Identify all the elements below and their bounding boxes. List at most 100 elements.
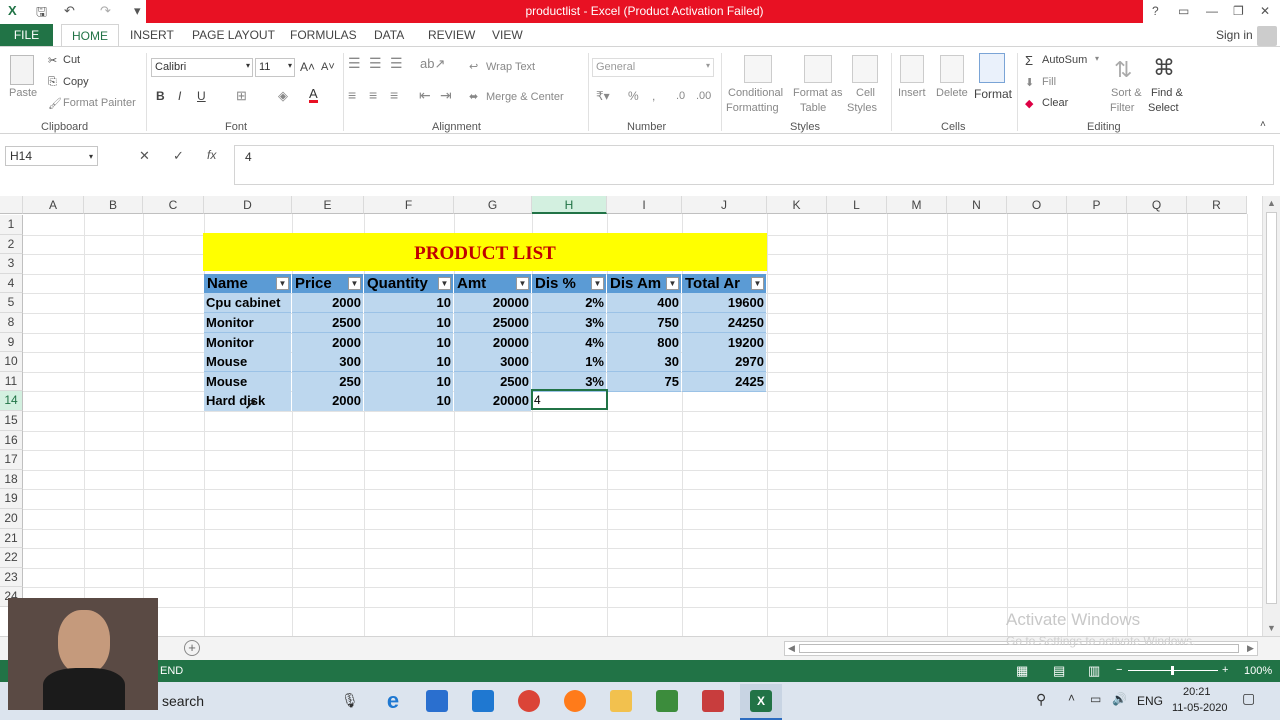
column-header-k[interactable]: K [767,196,827,214]
table-cell[interactable]: 1% [532,352,606,373]
clock-date[interactable]: 11-05-2020 [1172,702,1227,714]
close-icon[interactable]: ✕ [1260,4,1270,18]
table-cell[interactable]: 400 [607,293,681,314]
column-header-j[interactable]: J [682,196,767,214]
table-cell[interactable]: 2425 [682,371,766,392]
table-cell[interactable]: 10 [364,332,453,353]
table-cell[interactable]: 800 [607,332,681,353]
formula-input[interactable]: 4 [234,145,1274,185]
bottom-align-icon[interactable]: ☰ [390,55,403,72]
conditional-formatting-icon[interactable] [744,55,772,83]
format-as-table-icon[interactable] [804,55,832,83]
clear-button[interactable]: Clear [1042,97,1068,109]
insert-function-icon[interactable]: fx [207,148,216,162]
sign-in-link[interactable]: Sign in [1216,28,1253,42]
copy-icon[interactable]: ⎘ [48,76,57,89]
column-header-o[interactable]: O [1007,196,1067,214]
bold-button[interactable]: B [156,89,165,103]
zoom-slider-thumb[interactable] [1171,666,1174,675]
tab-formulas[interactable]: FORMULAS [290,28,357,42]
increase-decimal-icon[interactable]: .0 [676,90,685,102]
tab-page-layout[interactable]: PAGE LAYOUT [192,28,275,42]
font-name-select[interactable]: Calibri ▾ [151,58,253,77]
borders-icon[interactable]: ⊞ [236,88,247,104]
table-header-cell[interactable]: Dis Am ▼ [607,273,681,294]
scroll-up-icon[interactable]: ▲ [1267,198,1276,208]
table-cell[interactable]: 2000 [292,293,363,314]
row-header-8[interactable]: 8 [0,313,23,333]
column-header-e[interactable]: E [292,196,364,214]
normal-view-icon[interactable]: ▦ [1016,663,1028,679]
enter-entry-icon[interactable]: ✓ [173,148,184,164]
filter-dropdown-icon[interactable]: ▼ [591,276,604,290]
table-header-cell[interactable]: Total Ar ▼ [682,273,766,294]
table-cell[interactable]: 20000 [454,293,531,314]
tab-insert[interactable]: INSERT [130,28,174,42]
paste-button[interactable]: Paste [9,87,37,99]
table-cell[interactable]: 2500 [292,313,363,333]
restore-icon[interactable]: ❐ [1233,4,1244,18]
table-cell[interactable]: 250 [292,371,363,392]
camtasia-icon[interactable] [656,690,678,712]
people-icon[interactable]: ⚲ [1036,691,1046,708]
volume-icon[interactable]: 🔊 [1112,692,1127,706]
ribbon-display-icon[interactable]: ▭ [1178,4,1189,18]
increase-indent-icon[interactable]: ⇥ [440,87,452,104]
orientation-icon[interactable]: ab↗ [420,56,445,72]
align-left-icon[interactable]: ≡ [348,87,356,103]
row-header-16[interactable]: 16 [0,430,23,451]
save-icon[interactable]: 🖫 [36,3,47,25]
copy-button[interactable]: Copy [63,76,89,88]
minimize-icon[interactable]: — [1206,4,1218,18]
table-cell[interactable]: 4% [532,332,606,353]
customize-qat-icon[interactable]: ▾ [134,3,141,19]
column-header-n[interactable]: N [947,196,1007,214]
filter-dropdown-icon[interactable]: ▼ [276,276,289,290]
column-header-i[interactable]: I [607,196,682,214]
table-cell[interactable]: Monitor [204,313,291,333]
taskbar-search[interactable]: search [162,693,204,709]
row-header-22[interactable]: 22 [0,548,23,568]
table-cell[interactable]: 300 [292,352,363,373]
page-layout-view-icon[interactable]: ▤ [1053,663,1065,679]
row-header-5[interactable]: 5 [0,293,23,313]
column-header-r[interactable]: R [1187,196,1247,214]
table-cell[interactable]: 24250 [682,313,766,333]
align-center-icon[interactable]: ≡ [369,87,377,103]
grow-font-icon[interactable]: A˄ [300,60,315,74]
vertical-scrollbar[interactable]: ▲ ▼ [1262,196,1280,636]
calculator-icon[interactable] [702,690,724,712]
table-cell[interactable]: 2500 [454,371,531,392]
underline-button[interactable]: U [197,89,206,103]
avatar[interactable] [1257,26,1277,46]
tab-data[interactable]: DATA [374,28,404,42]
autosum-button[interactable]: AutoSum [1042,54,1087,66]
filter-dropdown-icon[interactable]: ▼ [348,276,361,290]
edge-icon[interactable]: e [382,690,404,712]
paste-icon[interactable] [10,55,34,85]
table-cell[interactable]: 2970 [682,352,766,373]
column-header-h[interactable]: H [532,196,607,214]
binoculars-icon[interactable]: ⌘ [1153,55,1175,81]
comma-icon[interactable]: , [652,89,655,103]
tray-chevron-icon[interactable]: ˄ [1068,691,1075,705]
language-indicator[interactable]: ENG [1137,694,1163,708]
table-cell[interactable]: Mouse [204,352,291,373]
cell-styles-label2[interactable]: Styles [847,102,877,114]
fill-color-icon[interactable]: ◈ [278,88,288,104]
fill-button[interactable]: Fill [1042,76,1056,88]
table-cell[interactable]: 10 [364,371,453,392]
sort-filter-label2[interactable]: Filter [1110,102,1134,114]
tab-file[interactable]: FILE [0,24,53,46]
currency-icon[interactable]: ₹▾ [596,89,610,103]
tab-review[interactable]: REVIEW [428,28,475,42]
italic-button[interactable]: I [178,89,181,103]
middle-align-icon[interactable]: ☰ [369,55,382,72]
redo-icon[interactable]: ↷ [100,3,111,19]
format-as-table-label[interactable]: Format as [793,87,843,99]
table-cell[interactable]: 10 [364,352,453,373]
column-header-p[interactable]: P [1067,196,1127,214]
table-cell[interactable]: 2% [532,293,606,314]
table-cell[interactable]: 2000 [292,332,363,353]
mail-icon[interactable] [472,690,494,712]
